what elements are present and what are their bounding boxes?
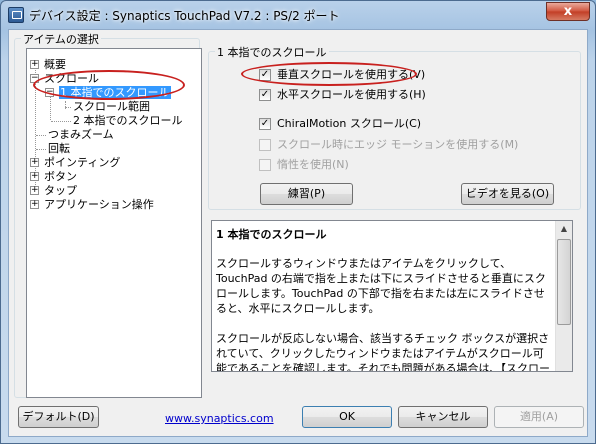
description-text: 1 本指でのスクロール スクロールするウィンドウまたはアイテムをクリックして、T… bbox=[216, 227, 552, 372]
title-bar[interactable]: デバイス設定 : Synaptics TouchPad V7.2 : PS/2 … bbox=[1, 1, 595, 29]
expand-icon[interactable]: + bbox=[30, 172, 39, 181]
cancel-button[interactable]: キャンセル bbox=[398, 406, 488, 428]
dialog-client: アイテムの選択 + 概要 − スクロール − 1 本指でのスクロール スクロール… bbox=[8, 29, 588, 437]
inertia-label: 惰性を使用(N) bbox=[277, 158, 349, 171]
inertia-checkbox bbox=[259, 159, 271, 171]
chiralmotion-label: ChiralMotion スクロール(C) bbox=[277, 117, 422, 130]
chiralmotion-checkbox[interactable]: ✓ bbox=[259, 118, 271, 130]
scroll-up-icon[interactable]: ▲ bbox=[556, 221, 572, 237]
settings-tree[interactable]: + 概要 − スクロール − 1 本指でのスクロール スクロール範囲 2 本指で… bbox=[26, 48, 202, 398]
annotation-ellipse bbox=[33, 70, 185, 100]
tree-item-label: ボタン bbox=[44, 170, 77, 183]
tree-item-label: つまみズーム bbox=[48, 128, 114, 141]
touchpad-app-icon bbox=[8, 7, 24, 23]
expand-icon[interactable]: + bbox=[30, 200, 39, 209]
expand-icon[interactable]: + bbox=[30, 186, 39, 195]
synaptics-link[interactable]: www.synaptics.com bbox=[165, 412, 274, 425]
description-title: 1 本指でのスクロール bbox=[216, 228, 327, 241]
tree-connector bbox=[36, 149, 46, 150]
apply-button[interactable]: 適用(A) bbox=[494, 406, 584, 428]
tree-item-label: 回転 bbox=[48, 142, 70, 155]
tree-item-label: タップ bbox=[44, 184, 77, 197]
tree-item-label: 概要 bbox=[44, 58, 66, 71]
annotation-ellipse bbox=[241, 62, 417, 86]
description-paragraph: スクロールするウィンドウまたはアイテムをクリックして、TouchPad の右端で… bbox=[216, 257, 546, 315]
watch-video-button[interactable]: ビデオを見る(O) bbox=[461, 183, 554, 205]
description-scrollbar[interactable]: ▲ bbox=[555, 221, 572, 371]
horizontal-scroll-checkbox[interactable]: ✓ bbox=[259, 89, 271, 101]
expand-icon[interactable]: + bbox=[30, 60, 39, 69]
tree-item-label: アプリケーション操作 bbox=[44, 198, 154, 211]
scroll-thumb[interactable] bbox=[557, 239, 571, 325]
horizontal-scroll-label: 水平スクロールを使用する(H) bbox=[277, 88, 426, 101]
default-button[interactable]: デフォルト(D) bbox=[18, 406, 99, 428]
tree-connector bbox=[65, 107, 71, 108]
tree-item-label: スクロール範囲 bbox=[73, 100, 150, 113]
tree-item-label: ポインティング bbox=[44, 156, 121, 169]
tree-connector bbox=[36, 135, 46, 136]
window-title: デバイス設定 : Synaptics TouchPad V7.2 : PS/2 … bbox=[29, 9, 340, 23]
expand-icon[interactable]: + bbox=[30, 158, 39, 167]
one-finger-scroll-caption: 1 本指でのスクロール bbox=[215, 44, 329, 60]
ok-button[interactable]: OK bbox=[302, 406, 392, 428]
tree-connector bbox=[51, 121, 71, 122]
practice-button[interactable]: 練習(P) bbox=[260, 183, 353, 205]
description-paragraph: スクロールが反応しない場合、該当するチェック ボックスが選択されていて、クリック… bbox=[216, 332, 550, 372]
device-settings-window: デバイス設定 : Synaptics TouchPad V7.2 : PS/2 … bbox=[0, 0, 596, 444]
tree-item-label: 2 本指でのスクロール bbox=[73, 114, 183, 127]
description-panel[interactable]: 1 本指でのスクロール スクロールするウィンドウまたはアイテムをクリックして、T… bbox=[211, 220, 573, 372]
close-button[interactable]: x bbox=[546, 2, 590, 21]
item-selection-caption: アイテムの選択 bbox=[21, 31, 101, 47]
edge-motion-checkbox bbox=[259, 139, 271, 151]
edge-motion-label: スクロール時にエッジ モーションを使用する(M) bbox=[277, 138, 519, 151]
